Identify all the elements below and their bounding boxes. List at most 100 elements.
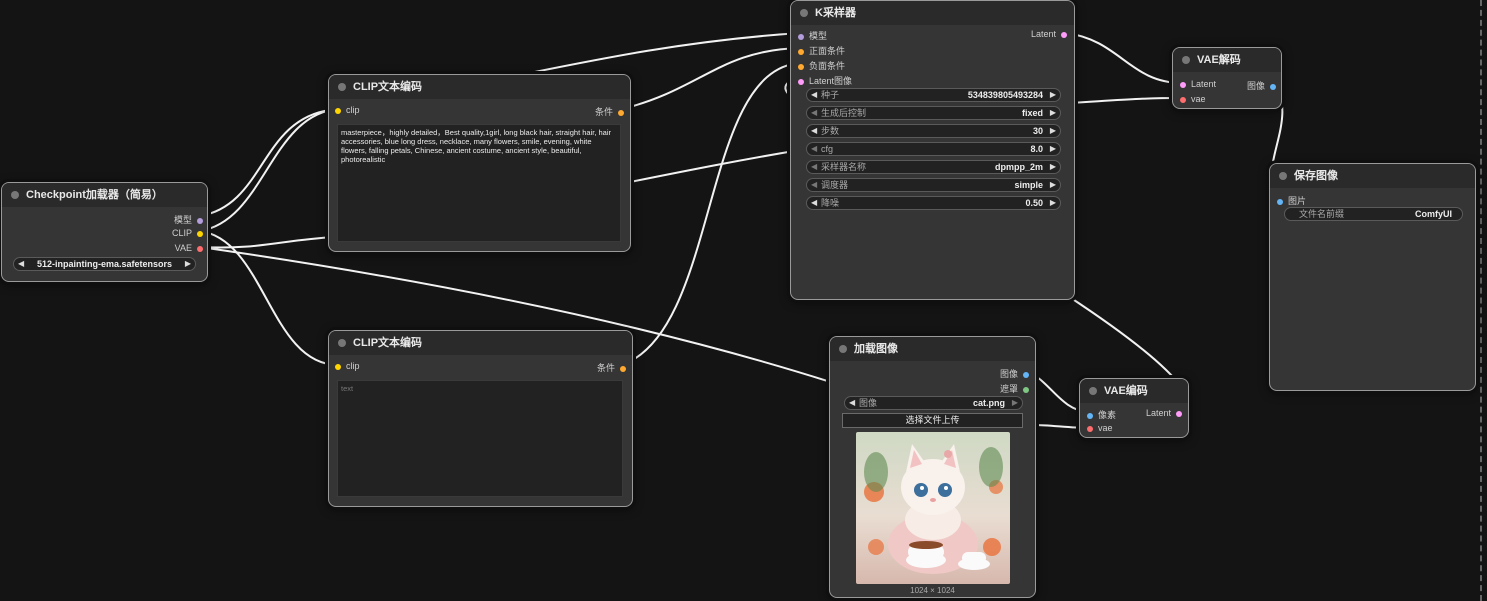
- slot-dot-icon[interactable]: [197, 230, 203, 237]
- collapse-dot-icon[interactable]: [11, 191, 19, 199]
- cfg-widget[interactable]: ◀ cfg 8.0 ▶: [806, 142, 1061, 156]
- node-title-vae-encode[interactable]: VAE编码: [1080, 379, 1188, 403]
- slot-dot-icon[interactable]: [618, 109, 624, 116]
- vae-encode-node[interactable]: VAE编码 像素 vae Latent: [1079, 378, 1189, 438]
- collapse-dot-icon[interactable]: [1182, 56, 1190, 64]
- left-arrow-icon[interactable]: ◀: [811, 107, 817, 119]
- collapse-dot-icon[interactable]: [839, 345, 847, 353]
- output-slot-vae[interactable]: VAE: [175, 243, 203, 253]
- slot-dot-icon[interactable]: [1061, 31, 1067, 38]
- input-slot-clip[interactable]: clip: [335, 105, 360, 115]
- right-arrow-icon[interactable]: ▶: [1050, 197, 1056, 209]
- slot-dot-icon[interactable]: [1087, 412, 1093, 419]
- slot-dot-icon[interactable]: [1180, 96, 1186, 103]
- output-slot-latent[interactable]: Latent: [1031, 29, 1067, 39]
- control-after-generate-widget[interactable]: ◀ 生成后控制 fixed ▶: [806, 106, 1061, 120]
- ckpt-name-combo[interactable]: ◀ 512-inpainting-ema.safetensors ▶: [13, 257, 196, 271]
- link-vae-to-vae-decode-2: [1069, 97, 1183, 104]
- slot-dot-icon[interactable]: [798, 33, 804, 40]
- output-slot-conditioning[interactable]: 条件: [597, 361, 626, 374]
- collapse-dot-icon[interactable]: [338, 83, 346, 91]
- right-arrow-icon[interactable]: ▶: [185, 258, 191, 270]
- load-image-node[interactable]: 加载图像 图像 遮罩 ◀ 图像 cat.png ▶ 选择文件上传 1024 × …: [829, 336, 1036, 598]
- output-slot-image[interactable]: 图像: [1000, 367, 1029, 380]
- input-slot-vae[interactable]: vae: [1087, 423, 1113, 433]
- left-arrow-icon[interactable]: ◀: [811, 197, 817, 209]
- ksampler-node[interactable]: K采样器 模型 正面条件 负面条件 Latent图像 Latent ◀ 种子 5…: [790, 0, 1075, 300]
- slot-dot-icon[interactable]: [1023, 386, 1029, 393]
- right-arrow-icon[interactable]: ▶: [1012, 397, 1018, 409]
- save-image-node[interactable]: 保存图像 图片 文件名前缀 ComfyUI: [1269, 163, 1476, 391]
- input-slot-negative[interactable]: 负面条件: [798, 59, 845, 72]
- input-slot-latent[interactable]: Latent: [1180, 79, 1216, 89]
- vae-decode-node[interactable]: VAE解码 Latent vae 图像: [1172, 47, 1282, 109]
- steps-widget[interactable]: ◀ 步数 30 ▶: [806, 124, 1061, 138]
- node-title-save-image[interactable]: 保存图像: [1270, 164, 1475, 188]
- slot-dot-icon[interactable]: [335, 107, 341, 114]
- slot-dot-icon[interactable]: [1087, 425, 1093, 432]
- left-arrow-icon[interactable]: ◀: [811, 125, 817, 137]
- slot-dot-icon[interactable]: [798, 63, 804, 70]
- input-slot-images[interactable]: 图片: [1277, 194, 1306, 207]
- negative-prompt-textarea[interactable]: text: [337, 380, 623, 497]
- collapse-dot-icon[interactable]: [1089, 387, 1097, 395]
- checkpoint-loader-node[interactable]: Checkpoint加载器（简易） 模型 CLIP VAE ◀ 512-inpa…: [1, 182, 208, 282]
- collapse-dot-icon[interactable]: [1279, 172, 1287, 180]
- right-arrow-icon[interactable]: ▶: [1050, 143, 1056, 155]
- right-arrow-icon[interactable]: ▶: [1050, 179, 1056, 191]
- collapse-dot-icon[interactable]: [800, 9, 808, 17]
- slot-dot-icon[interactable]: [620, 365, 626, 372]
- input-slot-positive[interactable]: 正面条件: [798, 44, 845, 57]
- slot-dot-icon[interactable]: [1176, 410, 1182, 417]
- right-arrow-icon[interactable]: ▶: [1050, 161, 1056, 173]
- left-arrow-icon[interactable]: ◀: [811, 143, 817, 155]
- sampler-name-widget[interactable]: ◀ 采样器名称 dpmpp_2m ▶: [806, 160, 1061, 174]
- slot-dot-icon[interactable]: [1023, 371, 1029, 378]
- output-slot-clip[interactable]: CLIP: [172, 228, 203, 238]
- input-slot-clip[interactable]: clip: [335, 361, 360, 371]
- slot-dot-icon[interactable]: [1180, 81, 1186, 88]
- slot-dot-icon[interactable]: [197, 245, 203, 252]
- node-title-vae-decode[interactable]: VAE解码: [1173, 48, 1281, 72]
- node-title-load-image[interactable]: 加载图像: [830, 337, 1035, 361]
- right-arrow-icon[interactable]: ▶: [1050, 89, 1056, 101]
- left-arrow-icon[interactable]: ◀: [811, 89, 817, 101]
- prompt-textarea[interactable]: masterpiece，highly detailed，Best quality…: [337, 124, 621, 242]
- left-arrow-icon[interactable]: ◀: [811, 161, 817, 173]
- slot-dot-icon[interactable]: [1277, 198, 1283, 205]
- scheduler-widget[interactable]: ◀ 调度器 simple ▶: [806, 178, 1061, 192]
- right-arrow-icon[interactable]: ▶: [1050, 125, 1056, 137]
- collapse-dot-icon[interactable]: [338, 339, 346, 347]
- input-slot-latent[interactable]: Latent图像: [798, 74, 852, 87]
- link-through-pos-node: [624, 149, 801, 184]
- slot-dot-icon[interactable]: [798, 78, 804, 85]
- widget-value: simple: [1014, 180, 1043, 190]
- left-arrow-icon[interactable]: ◀: [811, 179, 817, 191]
- slot-dot-icon[interactable]: [197, 217, 203, 224]
- slot-dot-icon[interactable]: [1270, 83, 1276, 90]
- node-title-ksampler[interactable]: K采样器: [791, 1, 1074, 25]
- filename-prefix-widget[interactable]: 文件名前缀 ComfyUI: [1284, 207, 1463, 221]
- widget-label: 文件名前缀: [1299, 209, 1345, 219]
- seed-widget[interactable]: ◀ 种子 534839805493284 ▶: [806, 88, 1061, 102]
- output-slot-latent[interactable]: Latent: [1146, 408, 1182, 418]
- output-slot-image[interactable]: 图像: [1247, 79, 1276, 92]
- left-arrow-icon[interactable]: ◀: [849, 397, 855, 409]
- node-title-clip-neg[interactable]: CLIP文本编码: [329, 331, 632, 355]
- output-slot-mask[interactable]: 遮罩: [1000, 382, 1029, 395]
- clip-text-encode-positive-node[interactable]: CLIP文本编码 clip 条件 masterpiece，highly deta…: [328, 74, 631, 252]
- output-slot-conditioning[interactable]: 条件: [595, 105, 624, 118]
- input-slot-pixels[interactable]: 像素: [1087, 408, 1116, 421]
- upload-file-button[interactable]: 选择文件上传: [842, 413, 1023, 428]
- image-select-combo[interactable]: ◀ 图像 cat.png ▶: [844, 396, 1023, 410]
- clip-text-encode-negative-node[interactable]: CLIP文本编码 clip 条件 text: [328, 330, 633, 507]
- input-slot-model[interactable]: 模型: [798, 29, 827, 42]
- slot-dot-icon[interactable]: [798, 48, 804, 55]
- denoise-widget[interactable]: ◀ 降噪 0.50 ▶: [806, 196, 1061, 210]
- right-arrow-icon[interactable]: ▶: [1050, 107, 1056, 119]
- node-title-checkpoint[interactable]: Checkpoint加载器（简易）: [2, 183, 207, 207]
- output-slot-model[interactable]: 模型: [174, 213, 203, 226]
- input-slot-vae[interactable]: vae: [1180, 94, 1206, 104]
- slot-dot-icon[interactable]: [335, 363, 341, 370]
- node-title-clip-pos[interactable]: CLIP文本编码: [329, 75, 630, 99]
